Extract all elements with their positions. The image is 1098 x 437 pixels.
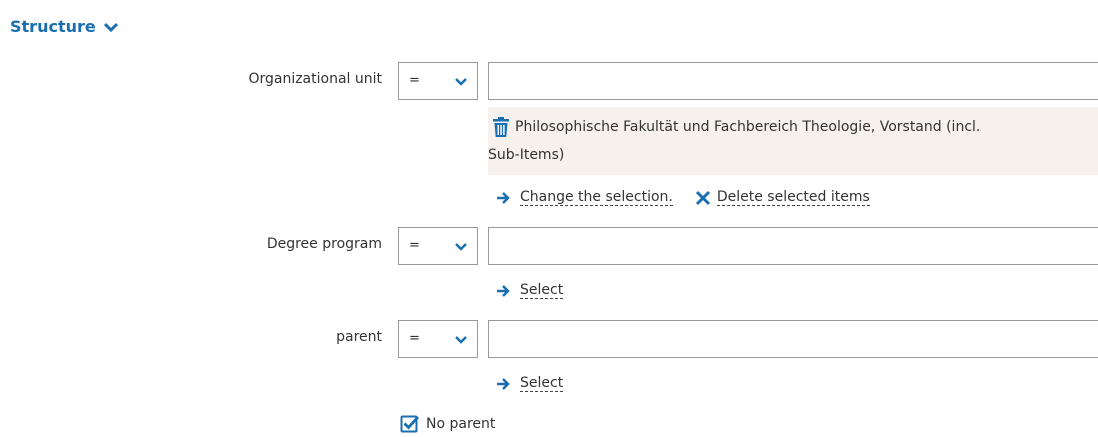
operator-value: =	[409, 238, 420, 253]
operator-value: =	[409, 73, 420, 88]
caret-down-icon	[455, 336, 467, 344]
degree-program-input[interactable]	[488, 227, 1098, 265]
delete-selected-link[interactable]: Delete selected items	[695, 189, 870, 206]
degree-program-label: Degree program	[266, 236, 382, 252]
change-selection-label: Change the selection.	[520, 189, 673, 206]
parent-label: parent	[336, 329, 382, 345]
section-header-structure[interactable]: Structure	[10, 17, 118, 36]
parent-operator-select[interactable]: =	[398, 320, 478, 358]
checkbox-checked-icon	[400, 415, 420, 433]
arrow-right-icon	[497, 377, 510, 390]
parent-select-link[interactable]: Select	[496, 375, 564, 392]
selected-item-text-line1: Philosophische Fakultät und Fachbereich …	[515, 119, 981, 135]
chevron-down-icon	[103, 22, 118, 32]
parent-actions: Select	[496, 375, 585, 392]
selected-item: Philosophische Fakultät und Fachbereich …	[488, 107, 1098, 175]
degree-program-operator-select[interactable]: =	[398, 227, 478, 265]
trash-icon[interactable]	[490, 116, 512, 138]
no-parent-checkbox[interactable]: No parent	[400, 414, 495, 434]
select-label: Select	[520, 375, 564, 392]
org-unit-actions: Change the selection. Delete selected it…	[496, 189, 892, 206]
parent-input[interactable]	[488, 320, 1098, 358]
delete-selected-label: Delete selected items	[716, 189, 870, 206]
close-icon	[695, 190, 710, 205]
no-parent-label: No parent	[426, 416, 496, 432]
degree-program-actions: Select	[496, 282, 585, 299]
org-unit-input[interactable]	[488, 62, 1098, 100]
operator-value: =	[409, 331, 420, 346]
caret-down-icon	[455, 78, 467, 86]
arrow-right-icon	[497, 284, 510, 297]
arrow-right-icon	[497, 191, 510, 204]
select-label: Select	[520, 282, 564, 299]
org-unit-operator-select[interactable]: =	[398, 62, 478, 100]
section-title: Structure	[10, 17, 96, 36]
org-unit-label: Organizational unit	[248, 71, 382, 87]
caret-down-icon	[455, 243, 467, 251]
degree-program-select-link[interactable]: Select	[496, 282, 564, 299]
change-selection-link[interactable]: Change the selection.	[496, 189, 673, 206]
selected-item-text-line2: Sub-Items)	[488, 147, 565, 163]
